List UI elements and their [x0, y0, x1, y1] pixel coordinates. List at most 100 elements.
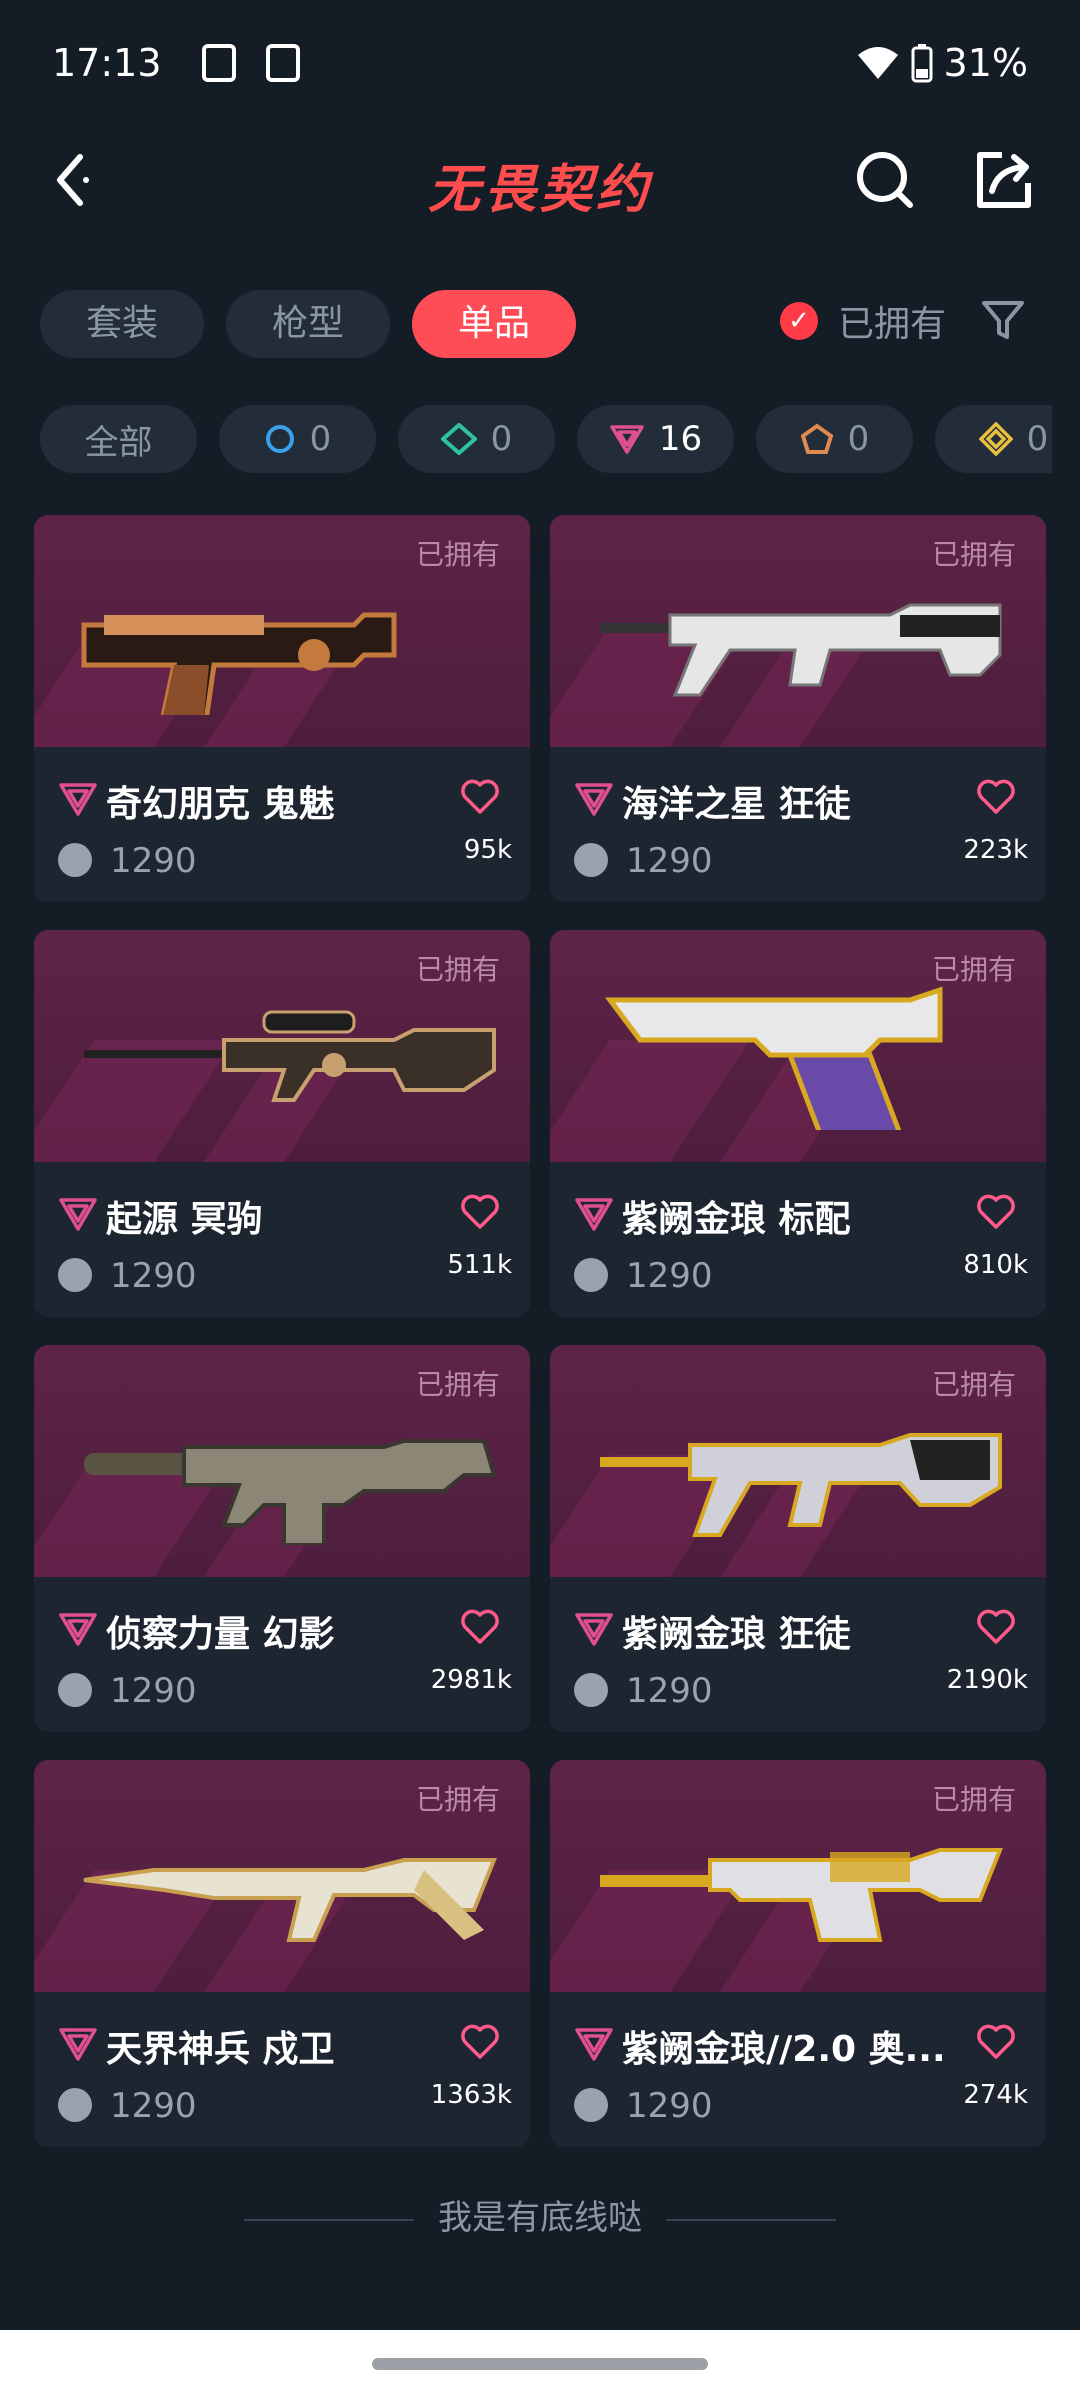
- like-count: 810k: [963, 1250, 1028, 1280]
- tab-weapon-types[interactable]: 枪型: [226, 290, 391, 358]
- skin-price: 1290: [626, 841, 713, 881]
- skin-info: 紫阙金琅 狂徒 1290 2190k: [550, 1577, 1046, 1732]
- valorant-points-icon: [574, 1258, 608, 1292]
- skin-name: 紫阙金琅 标配: [622, 1199, 851, 1240]
- premium-tier-icon: [575, 1613, 613, 1646]
- item-grid: 已拥有 奇幻朋克 鬼魅 1290 95k 已拥有 海洋之星 狂徒 1290 22…: [34, 515, 1046, 2147]
- chip-count: 0: [847, 419, 870, 459]
- skin-card[interactable]: 已拥有 起源 冥驹 1290 511k: [34, 930, 530, 1317]
- premium-tier-icon: [610, 425, 644, 454]
- chip-ultra-tier[interactable]: 0: [935, 405, 1052, 473]
- chip-premium-tier[interactable]: 16: [577, 405, 734, 473]
- premium-tier-icon: [59, 1198, 97, 1231]
- status-bar: 17:13 31%: [0, 0, 1080, 125]
- notification-icon: [201, 43, 236, 82]
- skin-name: 海洋之星 狂徒: [622, 784, 851, 825]
- like-count: 95k: [463, 835, 512, 865]
- valorant-points-icon: [58, 1673, 92, 1707]
- skin-card[interactable]: 已拥有 紫阙金琅//2.0 奥... 1290 274k: [550, 1760, 1046, 2147]
- skin-name: 侦察力量 幻影: [106, 1614, 335, 1655]
- skin-info: 侦察力量 幻影 1290 2981k: [34, 1577, 530, 1732]
- premium-tier-icon: [59, 1613, 97, 1646]
- skin-card[interactable]: 已拥有 海洋之星 狂徒 1290 223k: [550, 515, 1046, 902]
- system-nav-bar: [0, 2330, 1080, 2400]
- owned-badge: 已拥有: [931, 1783, 1016, 1816]
- heart-icon[interactable]: [976, 1609, 1016, 1645]
- chip-count: 16: [658, 419, 703, 459]
- like-count: 2190k: [946, 1665, 1028, 1695]
- heart-icon[interactable]: [460, 1194, 500, 1230]
- chip-deluxe-tier[interactable]: 0: [398, 405, 555, 473]
- owned-badge: 已拥有: [415, 1368, 500, 1401]
- skin-image: 已拥有: [34, 1760, 530, 1992]
- share-icon[interactable]: [968, 145, 1038, 215]
- valorant-points-icon: [58, 2088, 92, 2122]
- like-count: 274k: [963, 2080, 1028, 2110]
- premium-tier-icon: [59, 2028, 97, 2061]
- like-count: 511k: [447, 1250, 512, 1280]
- status-time: 17:13: [52, 40, 162, 85]
- heart-icon[interactable]: [460, 779, 500, 815]
- owned-toggle[interactable]: ✓ 已拥有: [780, 295, 946, 347]
- owned-badge: 已拥有: [415, 538, 500, 571]
- battery-icon: [911, 43, 933, 82]
- owned-badge: 已拥有: [415, 1783, 500, 1816]
- skin-price: 1290: [110, 1256, 197, 1296]
- valorant-points-icon: [574, 843, 608, 877]
- home-gesture-bar[interactable]: [372, 2358, 708, 2370]
- skin-image: 已拥有: [34, 1345, 530, 1577]
- premium-tier-icon: [575, 1198, 613, 1231]
- skin-image: 已拥有: [34, 930, 530, 1162]
- skin-name: 紫阙金琅 狂徒: [622, 1614, 851, 1655]
- chip-count: 0: [490, 419, 513, 459]
- skin-info: 紫阙金琅//2.0 奥... 1290 274k: [550, 1992, 1046, 2147]
- heart-icon[interactable]: [976, 1194, 1016, 1230]
- premium-tier-icon: [575, 783, 613, 816]
- sync-icon: [265, 43, 300, 82]
- app-header: 无畏契约: [0, 125, 1080, 235]
- skin-card[interactable]: 已拥有 紫阙金琅 标配 1290 810k: [550, 930, 1046, 1317]
- premium-tier-icon: [575, 2028, 613, 2061]
- skin-price: 1290: [626, 1256, 713, 1296]
- exclusive-tier-icon: [800, 423, 834, 454]
- heart-icon[interactable]: [460, 1609, 500, 1645]
- skin-card[interactable]: 已拥有 紫阙金琅 狂徒 1290 2190k: [550, 1345, 1046, 1732]
- skin-info: 奇幻朋克 鬼魅 1290 95k: [34, 747, 530, 902]
- ultra-tier-icon: [978, 422, 1013, 456]
- owned-badge: 已拥有: [415, 953, 500, 986]
- like-count: 1363k: [430, 2080, 512, 2110]
- skin-card[interactable]: 已拥有 天界神兵 戍卫 1290 1363k: [34, 1760, 530, 2147]
- skin-image: 已拥有: [550, 930, 1046, 1162]
- skin-name: 紫阙金琅//2.0 奥...: [622, 2029, 946, 2070]
- skin-name: 起源 冥驹: [106, 1199, 263, 1240]
- category-tabs: 套装 枪型 单品: [40, 290, 577, 358]
- like-count: 223k: [963, 835, 1028, 865]
- chip-select-tier[interactable]: 0: [219, 405, 376, 473]
- owned-badge: 已拥有: [931, 538, 1016, 571]
- skin-card[interactable]: 已拥有 奇幻朋克 鬼魅 1290 95k: [34, 515, 530, 902]
- tab-bundles[interactable]: 套装: [40, 290, 205, 358]
- heart-icon[interactable]: [976, 779, 1016, 815]
- premium-tier-icon: [59, 783, 97, 816]
- skin-image: 已拥有: [550, 1345, 1046, 1577]
- skin-image: 已拥有: [34, 515, 530, 747]
- checkmark-icon: ✓: [780, 302, 818, 340]
- skin-card[interactable]: 已拥有 侦察力量 幻影 1290 2981k: [34, 1345, 530, 1732]
- search-icon[interactable]: [850, 145, 920, 215]
- heart-icon[interactable]: [976, 2024, 1016, 2060]
- battery-level: 31%: [943, 40, 1028, 85]
- heart-icon[interactable]: [460, 2024, 500, 2060]
- tier-filter-chips: 全部 0 0 16 0 0: [40, 405, 1052, 473]
- skin-price: 1290: [110, 841, 197, 881]
- chip-exclusive-tier[interactable]: 0: [756, 405, 913, 473]
- filter-icon[interactable]: [978, 295, 1028, 345]
- chip-count: 0: [1026, 419, 1049, 459]
- chip-all[interactable]: 全部: [40, 405, 197, 473]
- tab-single-items[interactable]: 单品: [412, 290, 577, 358]
- skin-name: 奇幻朋克 鬼魅: [106, 784, 335, 825]
- skin-info: 海洋之星 狂徒 1290 223k: [550, 747, 1046, 902]
- chip-count: 0: [309, 419, 332, 459]
- divider: [666, 2218, 836, 2221]
- skin-info: 天界神兵 戍卫 1290 1363k: [34, 1992, 530, 2147]
- valorant-points-icon: [58, 1258, 92, 1292]
